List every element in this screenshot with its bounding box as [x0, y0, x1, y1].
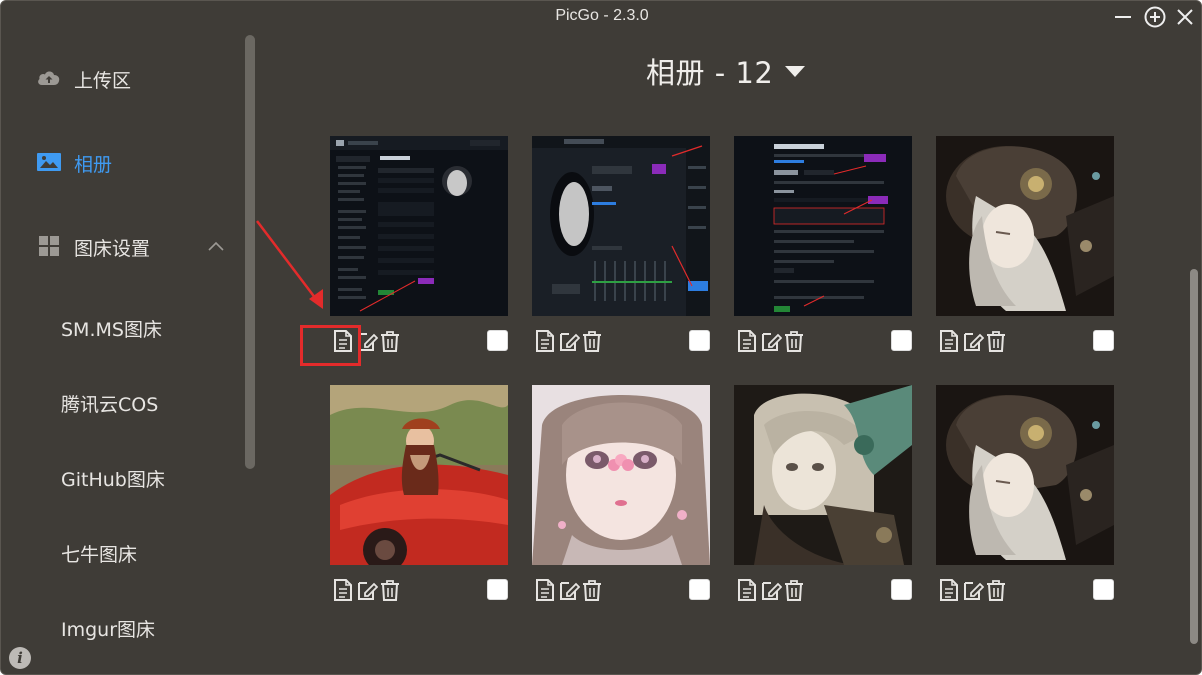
picgo-window: PicGo - 2.3.0 上传区 相册 图床设置 SM.MS图床 腾讯云COS… — [0, 0, 1202, 675]
select-checkbox[interactable] — [487, 330, 508, 351]
edit-icon[interactable] — [760, 578, 783, 602]
edit-icon[interactable] — [558, 329, 581, 353]
sidebar-sub-item-qiniu[interactable]: 七牛图床 — [61, 540, 137, 567]
gallery-scrollbar[interactable] — [1190, 269, 1198, 644]
select-checkbox[interactable] — [689, 579, 710, 600]
delete-icon[interactable] — [379, 578, 401, 602]
copy-link-icon[interactable] — [938, 329, 960, 353]
delete-icon[interactable] — [379, 329, 401, 353]
edit-icon[interactable] — [962, 578, 985, 602]
annotation-highlight-box — [300, 325, 361, 366]
sidebar-item-label: 图床设置 — [74, 238, 151, 260]
select-checkbox[interactable] — [689, 330, 710, 351]
annotation-arrow — [253, 217, 333, 317]
select-checkbox[interactable] — [1093, 330, 1114, 351]
copy-link-icon[interactable] — [736, 329, 758, 353]
delete-icon[interactable] — [985, 578, 1007, 602]
image-icon — [36, 150, 62, 174]
minimize-icon[interactable] — [1111, 5, 1135, 29]
sidebar-item-picbed-settings[interactable]: 图床设置 — [1, 226, 241, 266]
sidebar-item-album[interactable]: 相册 — [1, 142, 241, 182]
gallery-thumbnail[interactable] — [532, 385, 710, 565]
gallery-thumbnail[interactable] — [532, 136, 710, 316]
upload-cloud-icon — [36, 66, 62, 90]
select-checkbox[interactable] — [891, 330, 912, 351]
copy-link-icon[interactable] — [736, 578, 758, 602]
gallery-thumbnail[interactable] — [330, 136, 508, 316]
info-icon[interactable]: i — [9, 647, 31, 669]
delete-icon[interactable] — [581, 578, 603, 602]
caret-down-icon[interactable] — [785, 65, 806, 77]
gallery-thumbnail[interactable] — [330, 385, 508, 565]
sidebar-item-label: 相册 — [74, 154, 113, 176]
copy-link-icon[interactable] — [332, 578, 354, 602]
sidebar-sub-item-imgur[interactable]: Imgur图床 — [61, 615, 155, 642]
card-actions — [734, 329, 912, 355]
sidebar-sub-item-smms[interactable]: SM.MS图床 — [61, 315, 162, 342]
grid-icon — [36, 234, 62, 258]
card-actions — [330, 578, 508, 604]
gallery-header[interactable]: 相册 - 12 — [646, 51, 806, 91]
edit-icon[interactable] — [760, 329, 783, 353]
title-bar: PicGo - 2.3.0 — [1, 1, 1201, 33]
close-icon[interactable] — [1173, 5, 1197, 29]
select-checkbox[interactable] — [487, 579, 508, 600]
gallery-thumbnail[interactable] — [734, 385, 912, 565]
edit-icon[interactable] — [558, 578, 581, 602]
sidebar-item-upload[interactable]: 上传区 — [1, 58, 241, 98]
edit-icon[interactable] — [356, 578, 379, 602]
copy-link-icon[interactable] — [938, 578, 960, 602]
delete-icon[interactable] — [783, 578, 805, 602]
delete-icon[interactable] — [783, 329, 805, 353]
card-actions — [532, 578, 710, 604]
sidebar-sub-item-tencent-cos[interactable]: 腾讯云COS — [61, 390, 158, 417]
select-checkbox[interactable] — [1093, 579, 1114, 600]
gallery-thumbnail[interactable] — [936, 136, 1114, 316]
sidebar: 上传区 相册 图床设置 SM.MS图床 腾讯云COS GitHub图床 七牛图床… — [1, 33, 261, 674]
gallery-thumbnail[interactable] — [734, 136, 912, 316]
copy-link-icon[interactable] — [534, 329, 556, 353]
delete-icon[interactable] — [985, 329, 1007, 353]
window-title: PicGo - 2.3.0 — [555, 7, 649, 24]
gallery-thumbnail[interactable] — [936, 385, 1114, 565]
add-icon[interactable] — [1143, 5, 1167, 29]
edit-icon[interactable] — [962, 329, 985, 353]
card-actions — [936, 329, 1114, 355]
delete-icon[interactable] — [581, 329, 603, 353]
card-actions — [936, 578, 1114, 604]
gallery-title: 相册 - 12 — [646, 56, 774, 90]
copy-link-icon[interactable] — [534, 578, 556, 602]
card-actions — [734, 578, 912, 604]
card-actions — [532, 329, 710, 355]
sidebar-item-label: 上传区 — [74, 70, 132, 92]
chevron-up-icon[interactable] — [208, 238, 224, 251]
select-checkbox[interactable] — [891, 579, 912, 600]
sidebar-sub-item-github[interactable]: GitHub图床 — [61, 465, 165, 492]
